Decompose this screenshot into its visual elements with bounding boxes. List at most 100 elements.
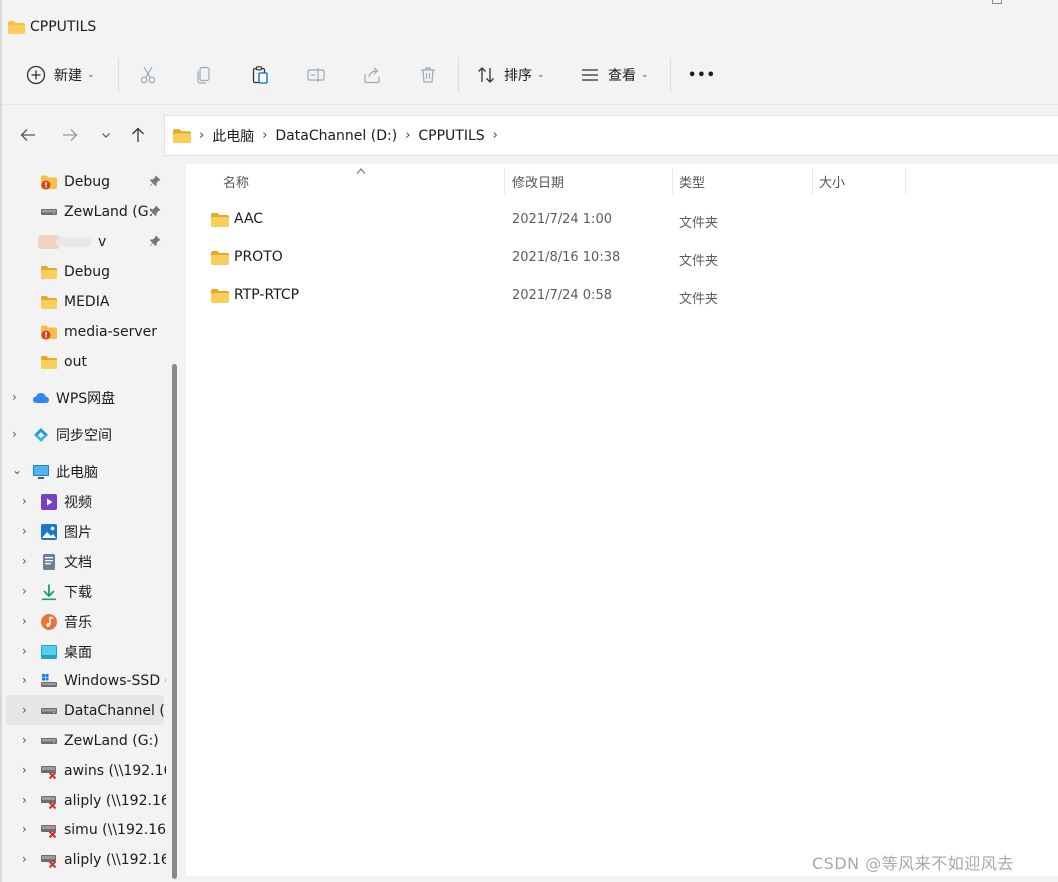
chevron-right-icon[interactable]: › (22, 822, 27, 836)
chevron-right-icon[interactable]: › (22, 793, 27, 807)
folder-badge-icon (40, 173, 58, 191)
delete-button[interactable] (415, 62, 441, 88)
chevron-right-icon[interactable]: › (22, 703, 27, 717)
chevron-right-icon[interactable]: › (22, 852, 27, 866)
title-bar[interactable]: CPPUTILS (2, 0, 1058, 48)
sidebar-item-label: 下载 (64, 585, 92, 601)
sidebar-item-windows-ssd[interactable]: › Windows-SSD ( (22, 667, 170, 695)
desktop-icon (40, 643, 58, 661)
file-modified: 2021/8/16 10:38 (512, 250, 621, 265)
file-type: 文件夹 (679, 216, 719, 231)
breadcrumb-cpputils[interactable]: CPPUTILS (418, 128, 484, 144)
file-row[interactable]: PROTO 2021/8/16 10:38 文件夹 (186, 240, 1058, 276)
sort-icon (478, 67, 494, 83)
more-options-button[interactable]: ••• (688, 60, 716, 90)
toolbar-divider (670, 58, 671, 92)
arrow-left-icon (20, 129, 35, 141)
folder-icon (211, 289, 229, 303)
share-icon (364, 67, 380, 84)
sort-button[interactable]: 排序 ⌄ (476, 60, 545, 90)
column-divider[interactable] (672, 168, 673, 194)
file-row[interactable]: RTP-RTCP 2021/7/24 0:58 文件夹 (186, 278, 1058, 314)
chevron-right-icon[interactable]: › (22, 673, 27, 687)
sidebar-item-aliply-2[interactable]: › aliply (\\192.16 (22, 846, 170, 874)
sidebar-item-downloads[interactable]: › 下载 (22, 578, 92, 606)
view-button[interactable]: 查看 ⌄ (580, 60, 649, 90)
sidebar-item-videos[interactable]: › 视频 (22, 488, 92, 516)
sidebar-item-simu[interactable]: › simu (\\192.168 (22, 816, 175, 844)
file-modified: 2021/7/24 1:00 (512, 212, 612, 227)
column-header-size[interactable]: 大小 (819, 172, 845, 191)
sidebar-item-zewland-pinned[interactable]: ZewLand (G: (40, 198, 161, 226)
sidebar-item-redacted-pinned[interactable]: v (38, 228, 161, 256)
column-header-type[interactable]: 类型 (679, 172, 705, 191)
chevron-right-icon[interactable]: › (22, 614, 27, 628)
sidebar-item-out[interactable]: out (40, 348, 87, 376)
paste-button[interactable] (247, 62, 273, 88)
column-divider[interactable] (905, 168, 906, 194)
recent-locations-button[interactable] (92, 121, 120, 149)
chevron-right-icon[interactable]: › (22, 733, 27, 747)
breadcrumb-datachannel[interactable]: DataChannel (D:) (275, 128, 397, 144)
pin-icon (149, 204, 161, 220)
drive-icon (40, 203, 58, 221)
sort-label: 排序 (504, 68, 532, 84)
chevron-right-icon[interactable]: › (12, 390, 17, 404)
maximize-button[interactable] (992, 0, 1002, 4)
file-type: 文件夹 (679, 254, 719, 269)
sidebar-item-pictures[interactable]: › 图片 (22, 518, 92, 546)
breadcrumb-this-pc[interactable]: 此电脑 (212, 126, 254, 146)
sidebar-item-wps-cloud[interactable]: › WPS网盘 (12, 384, 115, 412)
rename-button[interactable] (303, 62, 329, 88)
chevron-right-icon[interactable]: › (22, 584, 27, 598)
cut-button[interactable] (135, 62, 161, 88)
document-icon (40, 553, 58, 571)
sidebar-item-aliply[interactable]: › aliply (\\192.16 (22, 787, 170, 815)
column-header-modified[interactable]: 修改日期 (512, 172, 564, 191)
chevron-right-icon[interactable]: › (22, 644, 27, 658)
sidebar-item-debug[interactable]: Debug (40, 258, 110, 286)
file-list-pane[interactable]: 名称 修改日期 类型 大小 AAC 2021/7/24 1:00 文件夹 PRO… (186, 164, 1058, 876)
copy-button[interactable] (191, 62, 217, 88)
sidebar-item-label: awins (\\192.16 (64, 763, 173, 779)
sidebar-item-label: aliply (\\192.16 (64, 852, 170, 868)
chevron-right-icon[interactable]: › (12, 427, 17, 441)
sidebar-item-documents[interactable]: › 文档 (22, 548, 92, 576)
chevron-down-icon[interactable]: ⌄ (12, 463, 22, 477)
close-button[interactable] (1032, 0, 1042, 4)
sidebar-scrollbar[interactable] (172, 364, 177, 879)
chevron-right-icon[interactable]: › (22, 524, 27, 538)
sidebar-item-music[interactable]: › 音乐 (22, 608, 92, 636)
column-header-name[interactable]: 名称 (223, 172, 249, 191)
share-button[interactable] (359, 62, 385, 88)
address-bar[interactable]: › 此电脑 › DataChannel (D:) › CPPUTILS › (164, 115, 1058, 156)
sidebar-item-desktop[interactable]: › 桌面 (22, 638, 92, 666)
drive-icon (40, 732, 58, 750)
new-button[interactable]: 新建 ⌄ (26, 60, 95, 90)
chevron-right-icon[interactable]: › (22, 554, 27, 568)
network-drive-icon (40, 792, 58, 810)
sidebar-item-datachannel[interactable]: › DataChannel (D (22, 697, 176, 725)
back-button[interactable] (14, 121, 42, 149)
sidebar-item-awins[interactable]: › awins (\\192.16 (22, 757, 172, 785)
sidebar-item-label: 视频 (64, 495, 92, 511)
watermark: CSDN @等风来不如迎风去 (812, 854, 1014, 873)
chevron-right-icon[interactable]: › (22, 494, 27, 508)
navigation-row: › 此电脑 › DataChannel (D:) › CPPUTILS › (2, 104, 1058, 164)
drive-icon (40, 702, 58, 720)
column-divider[interactable] (504, 168, 505, 194)
sidebar-item-label: aliply (\\192.16 (64, 793, 170, 809)
sidebar-item-zewland[interactable]: › ZewLand (G:) (22, 727, 159, 755)
chevron-right-icon[interactable]: › (22, 763, 27, 777)
sidebar-item-label: 同步空间 (56, 428, 112, 444)
sidebar-item-this-pc[interactable]: ⌄ 此电脑 (12, 458, 98, 486)
sidebar-item-sync-space[interactable]: › 同步空间 (12, 421, 112, 449)
sidebar-item-media[interactable]: MEDIA (40, 288, 109, 316)
sidebar-item-media-server[interactable]: media-server (40, 318, 157, 346)
forward-button[interactable] (56, 121, 84, 149)
breadcrumb-separator[interactable]: › (493, 128, 498, 143)
column-divider[interactable] (812, 168, 813, 194)
file-row[interactable]: AAC 2021/7/24 1:00 文件夹 (186, 202, 1058, 238)
up-button[interactable] (124, 121, 152, 149)
sidebar-item-debug-pinned[interactable]: Debug (40, 168, 161, 196)
